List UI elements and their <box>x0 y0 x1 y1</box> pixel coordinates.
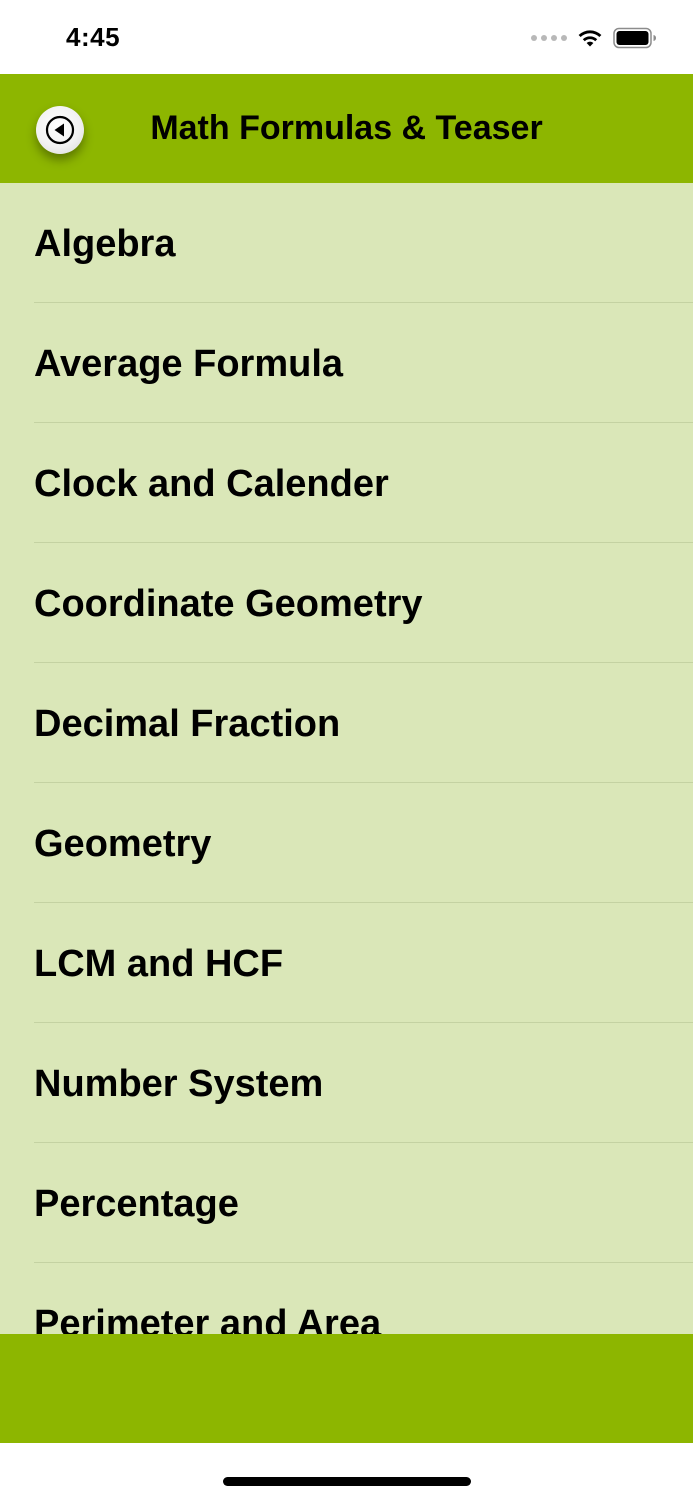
navigation-header: Math Formulas & Teaser <box>0 74 693 183</box>
list-item-label: Geometry <box>34 823 212 865</box>
status-time: 4:45 <box>66 22 121 52</box>
topic-list: Algebra Average Formula Clock and Calend… <box>0 183 693 1334</box>
list-item-perimeter-and-area[interactable]: Perimeter and Area <box>0 1263 693 1334</box>
status-bar: 4:45 <box>0 0 693 74</box>
list-item-coordinate-geometry[interactable]: Coordinate Geometry <box>0 543 693 663</box>
list-item-label: Clock and Calender <box>34 463 389 505</box>
battery-icon <box>613 27 656 49</box>
list-item-percentage[interactable]: Percentage <box>0 1143 693 1263</box>
list-item-lcm-and-hcf[interactable]: LCM and HCF <box>0 903 693 1023</box>
footer-bar <box>0 1334 693 1443</box>
list-item-label: LCM and HCF <box>34 943 284 985</box>
home-indicator[interactable] <box>223 1477 471 1486</box>
list-item-geometry[interactable]: Geometry <box>0 783 693 903</box>
list-item-label: Algebra <box>34 223 176 265</box>
status-icons <box>531 26 657 50</box>
list-item-label: Percentage <box>34 1183 239 1225</box>
list-item-label: Number System <box>34 1063 324 1105</box>
list-item-decimal-fraction[interactable]: Decimal Fraction <box>0 663 693 783</box>
signal-dots-icon <box>531 35 567 41</box>
list-item-clock-and-calender[interactable]: Clock and Calender <box>0 423 693 543</box>
list-item-label: Perimeter and Area <box>34 1303 382 1334</box>
wifi-icon <box>578 30 602 47</box>
list-item-label: Coordinate Geometry <box>34 583 423 625</box>
list-item-algebra[interactable]: Algebra <box>0 183 693 303</box>
list-item-label: Decimal Fraction <box>34 703 341 745</box>
list-item-number-system[interactable]: Number System <box>0 1023 693 1143</box>
list-item-average-formula[interactable]: Average Formula <box>0 303 693 423</box>
list-item-label: Average Formula <box>34 343 344 385</box>
home-indicator-area <box>0 1443 693 1500</box>
page-title: Math Formulas & Teaser <box>150 109 543 147</box>
